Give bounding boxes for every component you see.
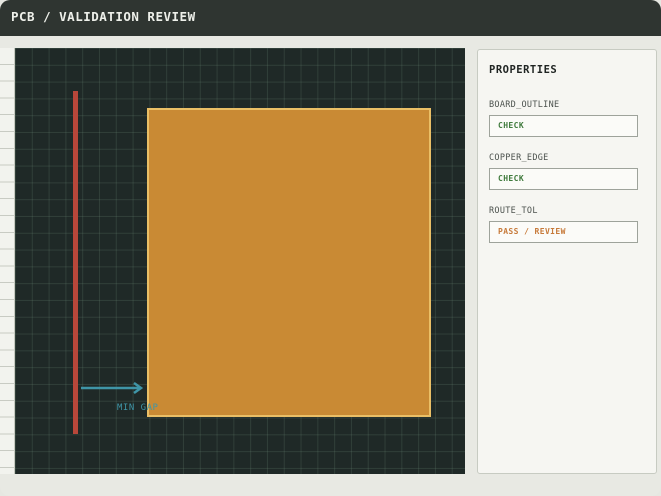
property-label: BOARD_OUTLINE bbox=[489, 100, 560, 110]
property-value-field[interactable]: CHECK bbox=[489, 168, 638, 190]
property-copper-edge: COPPER_EDGE CHECK bbox=[489, 153, 645, 190]
property-board-outline: BOARD_OUTLINE CHECK bbox=[489, 100, 645, 137]
property-label: COPPER_EDGE bbox=[489, 153, 549, 163]
property-route-tol: ROUTE_TOL PASS / REVIEW bbox=[489, 206, 645, 243]
app-window: PCB / VALIDATION REVIEW MIN GAP PROPERTI… bbox=[0, 0, 661, 496]
board-outline-shape[interactable] bbox=[147, 108, 431, 417]
property-label: ROUTE_TOL bbox=[489, 206, 538, 216]
properties-title: PROPERTIES bbox=[489, 64, 558, 76]
min-gap-label: MIN GAP bbox=[117, 403, 159, 413]
vertical-ruler bbox=[0, 48, 15, 474]
properties-panel: PROPERTIES BOARD_OUTLINE CHECK COPPER_ED… bbox=[477, 49, 657, 474]
min-gap-arrow-icon bbox=[81, 382, 144, 394]
window-title: PCB / VALIDATION REVIEW bbox=[0, 0, 661, 36]
pcb-canvas[interactable]: MIN GAP bbox=[15, 48, 465, 474]
property-value-field[interactable]: PASS / REVIEW bbox=[489, 221, 638, 243]
property-value-field[interactable]: CHECK bbox=[489, 115, 638, 137]
copper-edge-line[interactable] bbox=[73, 91, 78, 434]
